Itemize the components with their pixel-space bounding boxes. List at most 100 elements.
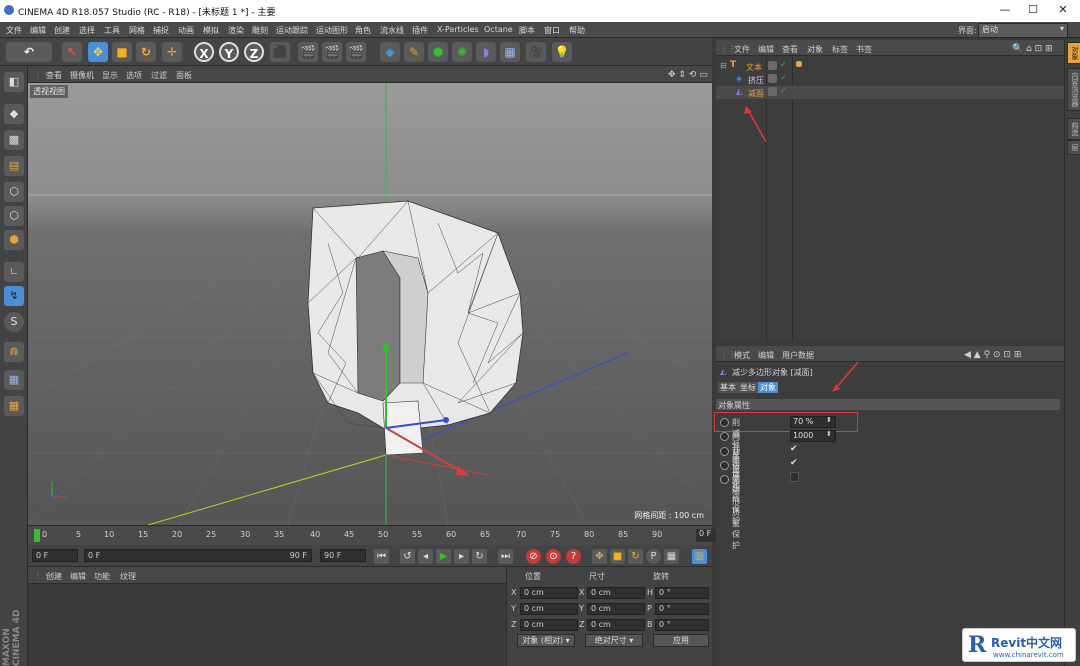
rotate-tool-button[interactable]: ↻ [136, 42, 156, 62]
size-y-field[interactable]: 0 cm [587, 603, 645, 615]
next-key-button[interactable]: ↻ [472, 549, 487, 564]
menu-edit[interactable]: 编辑 [30, 25, 46, 36]
record-active-button[interactable]: ⊘ [526, 549, 541, 564]
material-menu-create[interactable]: 创建 [46, 571, 62, 582]
object-row-extrude[interactable]: ◈ 挤压 ✓ [716, 73, 1064, 86]
object-toolbar-icons[interactable]: 🔍 ⌂ ⊡ ⊞ [1012, 44, 1053, 54]
object-menu-view[interactable]: 查看 [782, 44, 798, 55]
enabled-check-icon[interactable]: ✓ [780, 73, 787, 82]
object-row-reduce[interactable]: ◭ 减面 ✓ [716, 86, 1064, 99]
goto-start-button[interactable]: ⏮ [374, 549, 389, 564]
points-mode-button[interactable]: ⬡ [4, 182, 24, 202]
position-z-field[interactable]: 0 cm [520, 619, 578, 631]
position-y-field[interactable]: 0 cm [520, 603, 578, 615]
goto-end-button[interactable]: ⏭ [498, 549, 513, 564]
array-button[interactable]: ✺ [452, 42, 472, 62]
animate-radio[interactable] [720, 418, 729, 427]
rotation-h-field[interactable]: 0 ° [655, 587, 709, 599]
render-settings-button[interactable]: 🎬 [346, 42, 366, 62]
workplane-button[interactable]: ▤ [4, 156, 24, 176]
lock-workplane-button[interactable]: ▦ [4, 370, 24, 390]
make-editable-button[interactable]: ◧ [4, 72, 24, 92]
scheme-button[interactable]: ▥ [692, 549, 707, 564]
side-tab-layers[interactable]: 层 [1067, 140, 1080, 155]
animate-radio[interactable] [720, 432, 729, 441]
subdivision-button[interactable]: ⬢ [428, 42, 448, 62]
texture-mode-button[interactable]: ▩ [4, 130, 24, 150]
object-menu-edit[interactable]: 编辑 [758, 44, 774, 55]
menu-motion-tracking[interactable]: 运动跟踪 [276, 25, 308, 36]
attribute-menu-mode[interactable]: 模式 [734, 350, 750, 361]
size-x-field[interactable]: 0 cm [587, 587, 645, 599]
boundary-checkbox[interactable]: ✔ [790, 458, 798, 468]
attribute-tab-object[interactable]: 对象 [758, 382, 778, 393]
edges-mode-button[interactable]: ⬡ [4, 206, 24, 226]
viewport-nav-icons[interactable]: ✥ ⇕ ⟲ ▭ [668, 70, 708, 80]
scale-tool-button[interactable]: ■ [112, 42, 132, 62]
minimize-button[interactable]: — [990, 3, 1020, 19]
key-scale-button[interactable]: ■ [610, 549, 625, 564]
close-button[interactable]: ✕ [1048, 3, 1078, 19]
menu-sculpt[interactable]: 雕刻 [252, 25, 268, 36]
coord-size-select[interactable]: 绝对尺寸 ▾ [585, 634, 643, 647]
camera-button[interactable]: 🎥 [526, 42, 546, 62]
visibility-dots-icon[interactable] [768, 87, 777, 96]
timeline-ruler[interactable]: 0 5 10 15 20 25 30 35 40 45 50 55 60 65 … [28, 525, 736, 545]
menu-mesh[interactable]: 网格 [129, 25, 145, 36]
viewport-menu-filter[interactable]: 过滤 [151, 70, 167, 81]
layout-select[interactable]: 启动 ▾ [978, 23, 1068, 38]
rotation-p-field[interactable]: 0 ° [655, 603, 709, 615]
key-param-button[interactable]: P [646, 549, 661, 564]
spinner-icon[interactable]: ⬍ [826, 430, 832, 438]
size-z-field[interactable]: 0 cm [587, 619, 645, 631]
key-position-button[interactable]: ✥ [592, 549, 607, 564]
play-button[interactable]: ▶ [436, 549, 451, 564]
viewport-menu-cameras[interactable]: 摄像机 [70, 70, 94, 81]
menu-file[interactable]: 文件 [6, 25, 22, 36]
rotation-b-field[interactable]: 0 ° [655, 619, 709, 631]
planar-workplane-button[interactable]: ▦ [4, 396, 24, 416]
side-tab-objects[interactable]: 对象 [1067, 42, 1080, 64]
d-letter-mesh[interactable] [307, 200, 524, 456]
preview-range-slider[interactable]: 0 F 90 F [84, 549, 312, 562]
deformer-button[interactable]: ◗ [476, 42, 496, 62]
menu-character[interactable]: 角色 [355, 25, 371, 36]
position-x-field[interactable]: 0 cm [520, 587, 578, 599]
prev-frame-button[interactable]: ◂ [418, 549, 433, 564]
coord-mode-select[interactable]: 对象 (相对) ▾ [517, 634, 575, 647]
key-pla-button[interactable]: ▦ [664, 549, 679, 564]
enabled-check-icon[interactable]: ✓ [780, 86, 787, 95]
coplanar-checkbox[interactable]: ✔ [790, 444, 798, 454]
attribute-menu-edit[interactable]: 编辑 [758, 350, 774, 361]
prev-key-button[interactable]: ↺ [400, 549, 415, 564]
viewport-menu-display[interactable]: 显示 [102, 70, 118, 81]
menu-script[interactable]: 脚本 [519, 25, 535, 36]
menu-snap[interactable]: 捕捉 [153, 25, 169, 36]
menu-mograph[interactable]: 运动图形 [316, 25, 348, 36]
viewport-menu-view[interactable]: 查看 [46, 70, 62, 81]
object-menu-file[interactable]: 文件 [734, 44, 750, 55]
visibility-dots-icon[interactable] [768, 61, 777, 70]
animate-radio[interactable] [720, 447, 729, 456]
side-tab-content-browser[interactable]: 内容浏览器 [1067, 68, 1080, 111]
menu-select[interactable]: 选择 [79, 25, 95, 36]
animate-radio[interactable] [720, 475, 729, 484]
tweak-mode-button[interactable]: ↯ [4, 286, 24, 306]
axis-mode-button[interactable]: ∟ [4, 262, 24, 282]
attribute-nav-icons[interactable]: ◀ ▲ ⚲ ⊙ ⊡ ⊞ [964, 350, 1021, 360]
menu-create[interactable]: 创建 [54, 25, 70, 36]
spinner-icon[interactable]: ⬍ [826, 416, 832, 424]
timeline-playhead[interactable] [34, 529, 40, 542]
recent-tool-button[interactable]: ✛ [162, 42, 182, 62]
autokey-button[interactable]: ⊙ [546, 549, 561, 564]
object-row-text[interactable]: ⊟ T 文本 ✓ [716, 60, 1064, 73]
live-selection-button[interactable]: ↖ [62, 42, 82, 62]
attribute-menu-userdata[interactable]: 用户数据 [782, 350, 814, 361]
attribute-tab-coord[interactable]: 坐标 [738, 382, 758, 393]
phong-tag-icon[interactable] [796, 61, 802, 67]
material-menu-texture[interactable]: 纹理 [120, 571, 136, 582]
menu-help[interactable]: 帮助 [569, 25, 585, 36]
start-frame-field[interactable]: 0 F [32, 549, 78, 562]
menu-tools[interactable]: 工具 [104, 25, 120, 36]
material-menu-function[interactable]: 功能 [94, 571, 110, 582]
